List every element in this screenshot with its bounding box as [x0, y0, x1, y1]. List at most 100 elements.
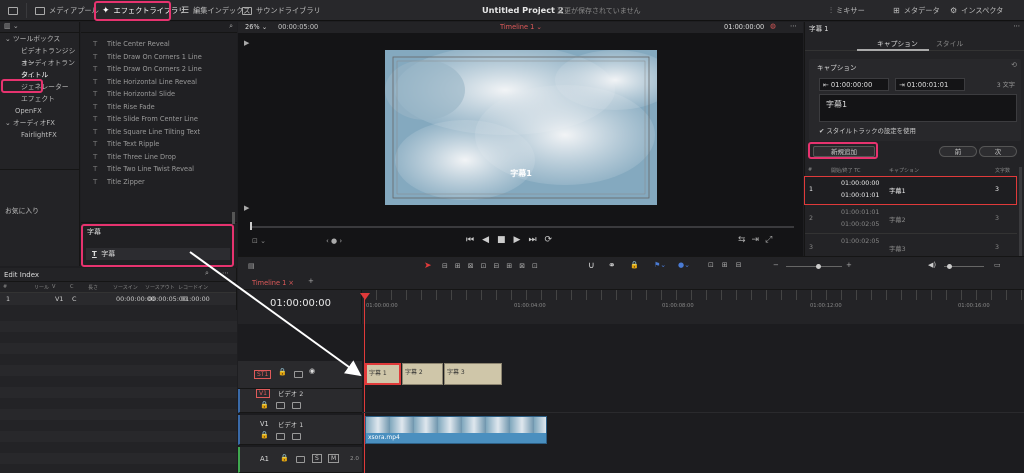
toolbox-root[interactable]: ⌄ ツールボックス	[0, 33, 79, 45]
v2-auto-icon[interactable]	[276, 402, 285, 409]
solo-button[interactable]: S	[312, 454, 322, 463]
tree-audio-fx[interactable]: ⌄ オーディオFX	[0, 117, 79, 129]
next-button[interactable]: 次	[979, 146, 1017, 157]
flag-icon[interactable]: ⚑⌄	[654, 261, 666, 269]
effect-item[interactable]: T Title Draw On Corners 1 Line	[81, 51, 237, 64]
zoom-in-icon[interactable]: +	[846, 261, 852, 269]
pointer-icon[interactable]: ➤	[424, 261, 432, 271]
volume-icon[interactable]: ◀)	[928, 261, 936, 269]
effect-item[interactable]: T Title Three Line Drop	[81, 151, 237, 164]
edit-index-cell: 1	[6, 295, 11, 303]
effect-item[interactable]: T Title Horizontal Line Reveal	[81, 76, 237, 89]
zoom-out-icon[interactable]: −	[773, 261, 779, 269]
sound-library-button[interactable]: サウンドライブラリ	[242, 0, 321, 21]
marker-icon[interactable]: ●⌄	[678, 261, 690, 269]
meter-icon[interactable]: ▭	[994, 261, 1001, 269]
v1-lock-icon[interactable]: 🔒	[260, 431, 269, 439]
zoom-tools[interactable]: ⊡⊞⊟	[708, 261, 750, 269]
mute-button[interactable]: M	[328, 454, 340, 463]
link-icon[interactable]: ⚭	[608, 261, 616, 271]
play-icon[interactable]: ▶	[244, 39, 249, 47]
edit-index-more-icon[interactable]: ⋯	[222, 269, 229, 277]
video-clip[interactable]: xsora.mp4	[365, 416, 547, 444]
st-eye-icon[interactable]: ◉	[309, 367, 315, 375]
caption-row[interactable]: 2 01:00:01:01 01:00:02:05 字幕2 3	[805, 205, 1017, 234]
caption-text-field[interactable]: 字幕1	[819, 94, 1017, 122]
workspace-icon[interactable]	[8, 0, 18, 21]
tab-caption[interactable]: キャプション	[877, 38, 918, 48]
favorites[interactable]: お気に入り	[0, 205, 39, 217]
title-icon: T	[93, 40, 98, 48]
effect-item[interactable]: T Title Center Reveal	[81, 38, 237, 51]
tree-effects[interactable]: エフェクト	[0, 93, 79, 105]
st-caption-icon[interactable]	[294, 371, 303, 378]
edit-index-col: ソースアウト	[145, 285, 175, 291]
media-pool-button[interactable]: メディアプール	[35, 0, 99, 21]
tree-video-transitions[interactable]: ビデオトランジション	[0, 45, 79, 67]
a1-auto-icon[interactable]	[296, 456, 305, 463]
ruler[interactable]: 01:00:00:00 01:00:04:00 01:00:08:00 01:00:1…	[362, 290, 1024, 324]
effect-item[interactable]: T Title Draw On Corners 2 Line	[81, 63, 237, 76]
caption-row-start: 01:00:02:05	[841, 238, 880, 245]
effect-item[interactable]: T Title Zipper	[81, 176, 237, 189]
snap-icon[interactable]: ∪	[588, 261, 595, 271]
search-icon[interactable]: ⌕	[229, 22, 233, 31]
panel-toggle-icon[interactable]: ▥ ⌄	[0, 22, 79, 33]
caption-row-end: 01:00:02:05	[841, 221, 880, 228]
v1-display-icon[interactable]	[292, 433, 301, 440]
zoom-level[interactable]: 26% ⌄	[245, 23, 267, 31]
color-icon[interactable]: ◍	[770, 22, 776, 30]
a1-lock-icon[interactable]: 🔒	[280, 454, 289, 462]
title-icon: T	[93, 152, 98, 161]
playhead-marker[interactable]	[360, 293, 370, 300]
caption-clip-3[interactable]: 字幕 3	[444, 363, 502, 385]
transport-controls[interactable]: ⏮◀■▶⏭⟳	[466, 235, 560, 245]
effect-item[interactable]: T Title Two Line Twist Reveal	[81, 163, 237, 176]
in-timecode[interactable]: ⇤ 01:00:00:00	[819, 78, 889, 91]
st-lock-icon[interactable]: 🔒	[278, 368, 287, 376]
edit-index-row[interactable]: 1 V1 C 00:00:00:00 00:00:05:00 01:00:00	[0, 293, 236, 305]
metadata-button[interactable]: ⊞ メタデータ	[893, 0, 940, 21]
inspector-more-icon[interactable]: ⋯	[1013, 22, 1020, 30]
prev-button[interactable]: 前	[939, 146, 977, 157]
reset-icon[interactable]: ⟲	[1011, 61, 1017, 69]
play-icon-2[interactable]: ▶	[244, 204, 249, 212]
edit-index-button[interactable]: ☰ 編集インデックス	[181, 0, 250, 21]
out-timecode[interactable]: ⇥ 01:00:01:01	[895, 78, 965, 91]
caption-clip-2[interactable]: 字幕 2	[402, 363, 443, 385]
lock-icon[interactable]: 🔒	[630, 261, 639, 269]
effect-item[interactable]: T Title Text Ripple	[81, 138, 237, 151]
jog-icon[interactable]: ‹ ● ›	[326, 237, 342, 245]
timeline-tab[interactable]: Timeline 1 ×	[252, 279, 294, 287]
title-icon: T	[93, 177, 98, 186]
effect-item-label: Title Square Line Tilting Text	[107, 127, 201, 136]
mixer-button[interactable]: ⫶ ミキサー	[830, 0, 865, 21]
v1-auto-icon[interactable]	[276, 433, 285, 440]
more-icon[interactable]: ⋯	[790, 22, 797, 30]
tree-openfx[interactable]: OpenFX	[0, 105, 79, 117]
effect-item[interactable]: T Title Square Line Tilting Text	[81, 126, 237, 139]
edit-tools[interactable]: ⊟⊞⊠⊡⊟⊞⊠⊡	[442, 262, 545, 270]
add-timeline-icon[interactable]: +	[308, 277, 314, 285]
effect-item[interactable]: T Title Rise Fade	[81, 101, 237, 114]
project-title: Untitled Project 2	[482, 5, 564, 15]
layout-icon[interactable]: ▤	[248, 262, 255, 270]
viewer-timeline-name[interactable]: Timeline 1 ⌄	[500, 23, 542, 31]
v2-display-icon[interactable]	[292, 402, 301, 409]
inspector-button[interactable]: ⚙ インスペクタ	[950, 0, 1003, 21]
subtitle-track-header: ST1 🔒 ◉	[238, 361, 362, 389]
ruler-label: 01:00:04:00	[514, 303, 546, 309]
effect-item[interactable]: T Title Horizontal Slide	[81, 88, 237, 101]
tree-audio-transitions[interactable]: オーディオトランジ…	[0, 57, 79, 79]
effect-item[interactable]: T Title Slide From Center Line	[81, 113, 237, 126]
scrubber[interactable]	[250, 226, 794, 228]
viewer-options-icon[interactable]: ⊡ ⌄	[252, 237, 266, 245]
use-style-track-checkbox[interactable]: ✔ スタイルトラックの設定を使用	[819, 126, 916, 135]
caption-clip-1[interactable]: 字幕 1	[365, 363, 401, 385]
v2-lock-icon[interactable]: 🔒	[260, 401, 269, 409]
tab-style[interactable]: スタイル	[936, 38, 963, 48]
edit-index-search-icon[interactable]: ⌕	[205, 269, 209, 278]
viewer-right-controls[interactable]: ⇆⇥⤢	[738, 235, 778, 245]
subtitle-track-label: ST1	[254, 370, 272, 379]
tree-fairlight[interactable]: FairlightFX	[0, 129, 79, 141]
